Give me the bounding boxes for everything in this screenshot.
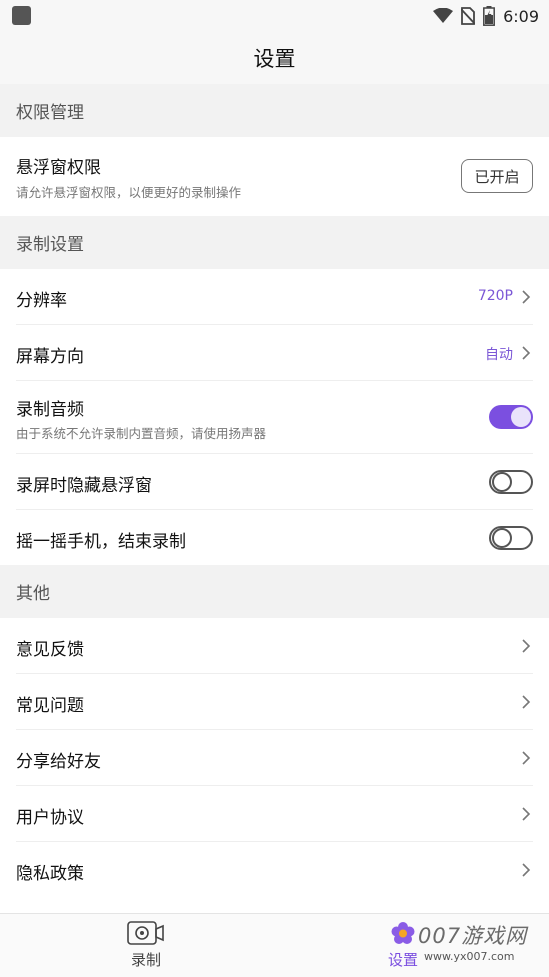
row-title: 录制音频 <box>16 400 84 420</box>
status-bar: 6:09 <box>0 0 549 32</box>
camera-icon <box>127 921 164 945</box>
flower-settings-icon <box>391 922 415 944</box>
row-title: 分享给好友 <box>16 752 101 772</box>
orientation-value: 自动 <box>485 347 513 363</box>
faq-row[interactable]: 常见问题 <box>0 674 549 730</box>
row-title: 悬浮窗权限 <box>16 158 101 178</box>
hide-float-window-row: 录屏时隐藏悬浮窗 <box>0 454 549 510</box>
battery-icon <box>483 6 496 26</box>
toggle-knob <box>511 407 531 427</box>
share-row[interactable]: 分享给好友 <box>0 730 549 786</box>
section-title: 其他 <box>16 584 50 604</box>
row-title: 摇一摇手机，结束录制 <box>16 532 186 552</box>
status-time: 6:09 <box>503 6 539 26</box>
row-title: 隐私政策 <box>16 864 84 884</box>
chevron-right-icon <box>522 863 531 877</box>
tab-record[interactable]: 录制 <box>76 914 216 977</box>
row-title: 分辨率 <box>16 291 67 311</box>
record-audio-toggle[interactable] <box>489 405 533 429</box>
toggle-knob <box>492 528 512 548</box>
chevron-right-icon <box>522 695 531 709</box>
no-sim-icon <box>461 7 476 25</box>
row-title: 常见问题 <box>16 696 84 716</box>
section-title: 权限管理 <box>16 103 84 123</box>
watermark-logo-text: 007游戏网 <box>418 924 528 948</box>
user-agreement-row[interactable]: 用户协议 <box>0 786 549 842</box>
section-header-other: 其他 <box>0 565 549 618</box>
section-header-recording: 录制设置 <box>0 216 549 269</box>
chevron-right-icon <box>522 346 531 360</box>
hide-float-window-toggle[interactable] <box>489 470 533 494</box>
row-title: 用户协议 <box>16 808 84 828</box>
privacy-policy-row[interactable]: 隐私政策 <box>0 842 549 913</box>
chevron-right-icon <box>522 751 531 765</box>
section-title: 录制设置 <box>16 235 84 255</box>
orientation-row[interactable]: 屏幕方向 自动 <box>0 325 549 381</box>
tab-label: 录制 <box>130 951 161 969</box>
row-title: 录屏时隐藏悬浮窗 <box>16 476 152 496</box>
watermark-url: www.yx007.com <box>424 950 515 963</box>
row-subtitle: 请允许悬浮窗权限，以便更好的录制操作 <box>16 185 242 200</box>
row-title: 屏幕方向 <box>16 347 84 367</box>
page-title: 设置 <box>253 47 296 71</box>
float-window-permission-row: 悬浮窗权限 请允许悬浮窗权限，以便更好的录制操作 已开启 <box>0 137 549 216</box>
shake-to-stop-row: 摇一摇手机，结束录制 <box>0 510 549 565</box>
wifi-icon <box>433 8 454 23</box>
row-title: 意见反馈 <box>16 640 84 660</box>
resolution-value: 720P <box>477 288 513 304</box>
watermark: 007游戏网 www.yx007.com <box>418 920 527 963</box>
toggle-knob <box>492 472 512 492</box>
chevron-right-icon <box>522 290 531 304</box>
resolution-row[interactable]: 分辨率 720P <box>0 269 549 325</box>
row-subtitle: 由于系统不允许录制内置音频，请使用扬声器 <box>16 426 267 441</box>
feedback-row[interactable]: 意见反馈 <box>0 618 549 674</box>
notification-icon <box>12 6 31 25</box>
record-audio-row: 录制音频 由于系统不允许录制内置音频，请使用扬声器 <box>0 381 549 454</box>
shake-to-stop-toggle[interactable] <box>489 526 533 550</box>
section-header-permissions: 权限管理 <box>0 84 549 137</box>
page-header: 设置 <box>0 32 549 84</box>
chevron-right-icon <box>522 639 531 653</box>
chevron-right-icon <box>522 807 531 821</box>
tab-label: 设置 <box>387 951 418 969</box>
status-icons: 6:09 <box>433 4 539 28</box>
float-permission-enabled-button[interactable]: 已开启 <box>461 159 533 193</box>
